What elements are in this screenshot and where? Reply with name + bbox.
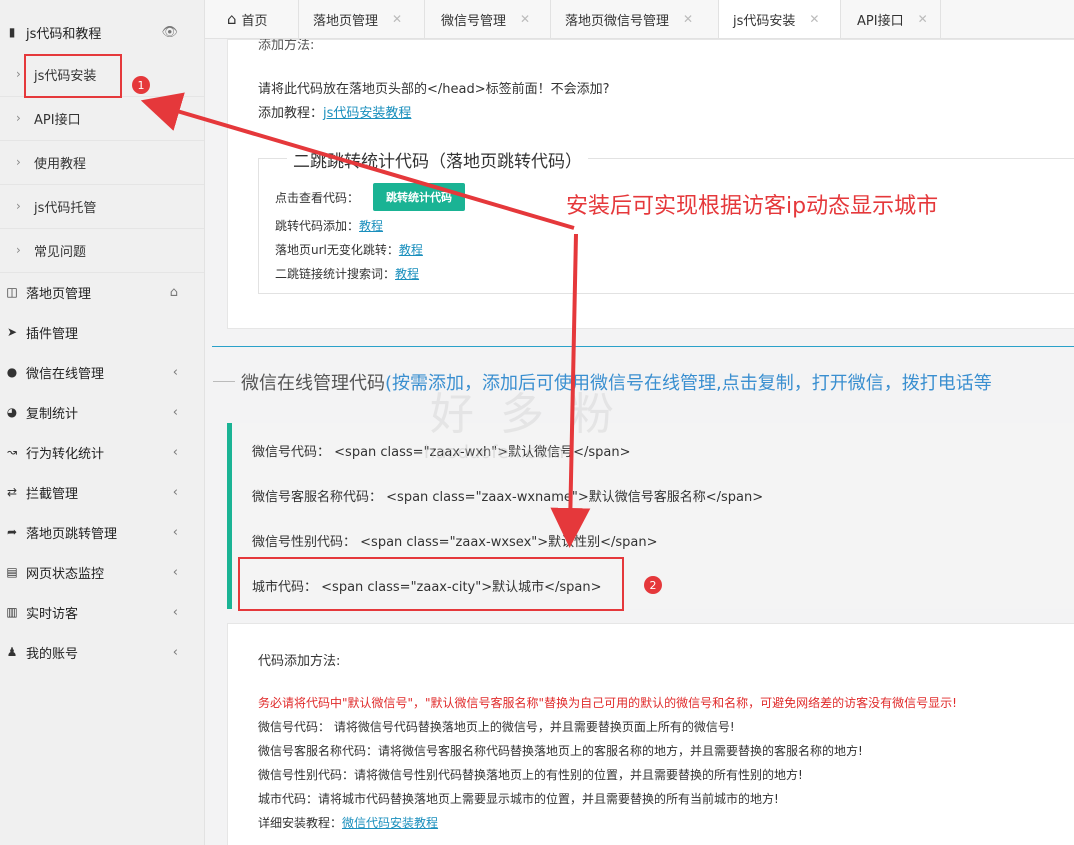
annotation-arrows xyxy=(140,92,591,548)
arrow-to-sidebar xyxy=(140,92,575,230)
arrow-to-city-code xyxy=(550,233,591,548)
